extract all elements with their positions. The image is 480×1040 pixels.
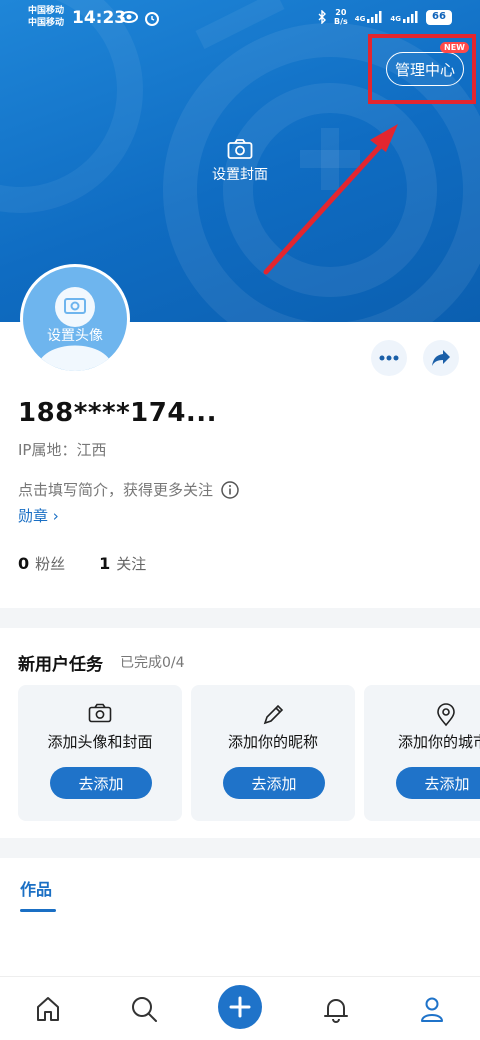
task-add-button[interactable]: 去添加: [396, 767, 480, 799]
tab-works-indicator: [20, 909, 56, 912]
following-label: 关注: [116, 555, 147, 573]
task-label: 添加你的城市: [398, 733, 480, 751]
task-add-button[interactable]: 去添加: [223, 767, 325, 799]
share-icon: [432, 350, 450, 366]
location-pin-icon: [437, 703, 455, 727]
avatar[interactable]: 设置头像: [20, 264, 130, 374]
followers-label: 粉丝: [35, 555, 66, 573]
task-add-button-label: 去添加: [251, 774, 297, 793]
profile-icon: [421, 997, 443, 1022]
pencil-icon: [263, 704, 284, 725]
task-card-avatar-cover: 添加头像和封面 去添加: [18, 685, 182, 821]
bio-prompt[interactable]: 点击填写简介，获得更多关注: [18, 479, 239, 500]
nav-notifications[interactable]: [316, 989, 356, 1029]
username[interactable]: 188****174...: [18, 398, 217, 428]
bell-icon: [324, 999, 348, 1023]
task-add-button-label: 去添加: [78, 774, 124, 793]
followers-stat[interactable]: 0 粉丝: [18, 553, 65, 574]
section-divider: [0, 608, 480, 628]
nav-search[interactable]: [124, 989, 164, 1029]
search-icon: [132, 997, 157, 1022]
nav-profile[interactable]: [412, 989, 452, 1029]
task-label: 添加你的昵称: [227, 733, 318, 751]
task-add-button-label: 去添加: [424, 774, 470, 793]
plus-icon: [229, 996, 251, 1018]
tasks-title: 新用户任务: [18, 655, 103, 675]
followers-count: 0: [18, 554, 30, 573]
tab-works[interactable]: 作品: [20, 876, 52, 900]
tasks-progress: 已完成0/4: [120, 655, 185, 671]
badges-link[interactable]: 勋章 ›: [18, 505, 59, 526]
info-icon[interactable]: [221, 480, 239, 499]
more-options-button[interactable]: [371, 340, 407, 376]
nav-create-button[interactable]: [218, 985, 262, 1029]
ip-location: IP属地：江西: [18, 441, 107, 459]
avatar-placeholder-icon: [37, 287, 113, 371]
bottom-nav: [0, 976, 480, 1040]
bio-prompt-text: 点击填写简介，获得更多关注: [18, 481, 214, 499]
more-dots-icon: [379, 355, 399, 361]
home-icon: [37, 997, 59, 1021]
following-stat[interactable]: 1 关注: [99, 553, 146, 574]
task-label: 添加头像和封面: [47, 733, 153, 751]
camera-icon: [88, 703, 112, 723]
following-count: 1: [99, 554, 111, 573]
share-button[interactable]: [423, 340, 459, 376]
nav-home[interactable]: [28, 989, 68, 1029]
task-card-nickname: 添加你的昵称 去添加: [191, 685, 355, 821]
avatar-label: 设置头像: [47, 328, 103, 344]
task-add-button[interactable]: 去添加: [50, 767, 152, 799]
follow-stats: 0 粉丝 1 关注: [18, 553, 146, 574]
task-card-city: 添加你的城市 去添加: [364, 685, 480, 821]
section-divider: [0, 838, 480, 858]
